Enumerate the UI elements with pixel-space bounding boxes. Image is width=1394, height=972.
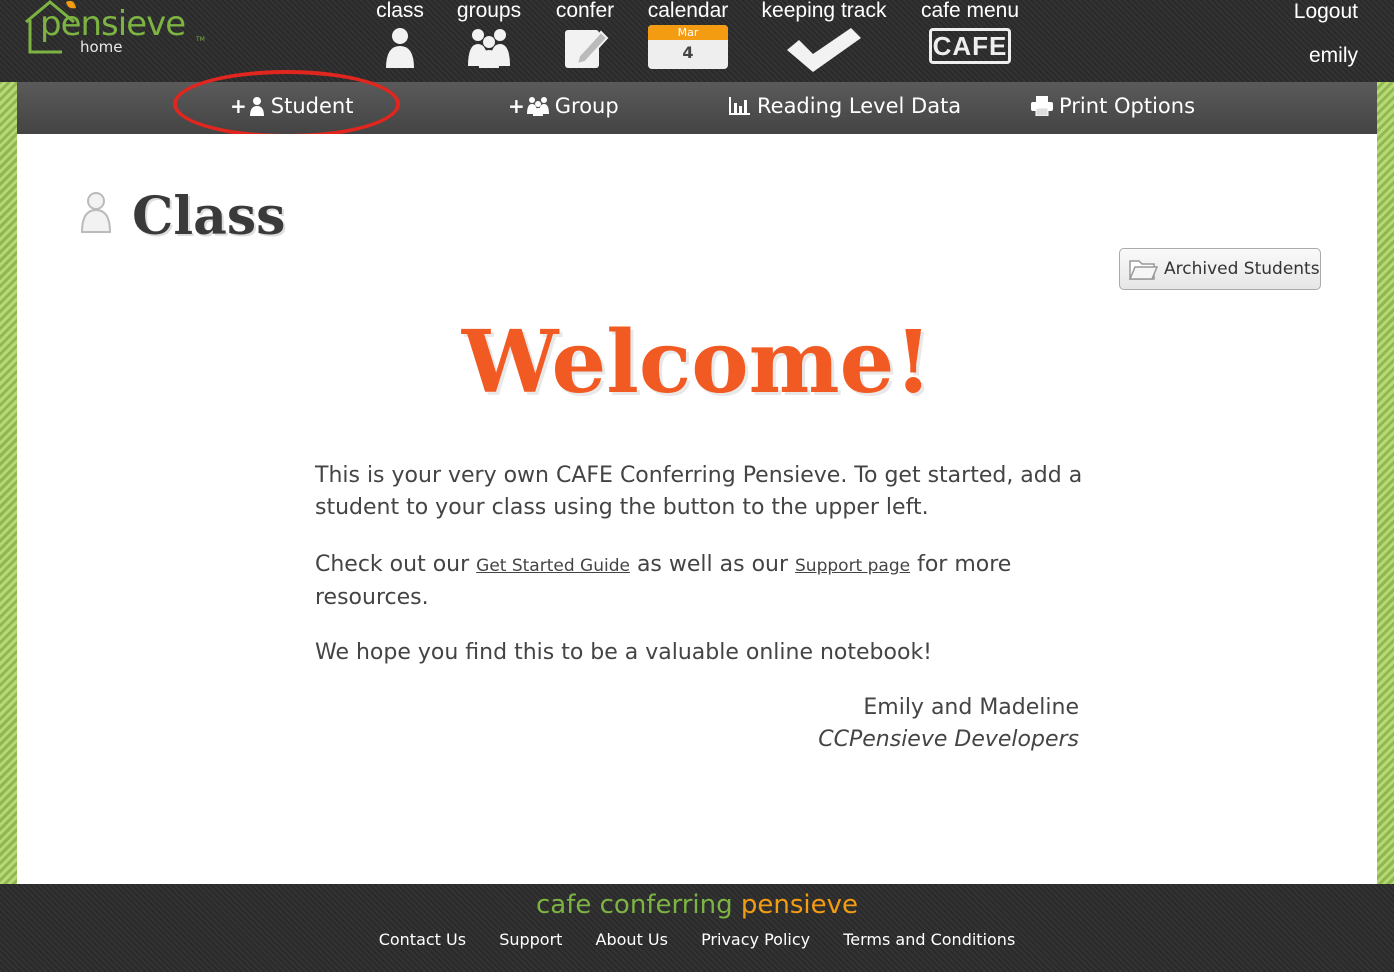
page-title: Class (132, 186, 286, 247)
top-navigation-bar: pensieve home TM class groups confer cal… (0, 0, 1394, 82)
group-icon (526, 97, 549, 116)
get-started-guide-link[interactable]: Get Started Guide (476, 556, 630, 576)
nav-cafe-menu-label: cafe menu (920, 0, 1020, 22)
resources-text-b: as well as our (629, 552, 796, 577)
footer-links: Contact Us Support About Us Privacy Poli… (0, 930, 1394, 949)
person-icon (386, 28, 414, 68)
footer-brand-pensieve: pensieve (740, 890, 858, 920)
checkmark-icon (787, 28, 861, 72)
nav-cafe-menu[interactable]: cafe menu CAFE (914, 0, 1026, 64)
nav-groups[interactable]: groups (452, 0, 526, 68)
calendar-day: 4 (682, 43, 694, 62)
footer-brand-text: cafe conferring (535, 890, 741, 920)
main-content: Class Archived Students Welcome! This is… (17, 134, 1377, 884)
logo-home-label: home (80, 38, 123, 56)
welcome-heading: Welcome! (461, 312, 933, 413)
nav-calendar[interactable]: calendar Mar 4 (644, 0, 732, 69)
resources-paragraph: Check out our Get Started Guide as well … (315, 549, 1085, 614)
privacy-policy-link[interactable]: Privacy Policy (701, 930, 810, 949)
resources-text-a: Check out our (315, 552, 477, 577)
nav-groups-label: groups (456, 0, 522, 22)
plus-prefix: + (508, 94, 525, 118)
red-highlight-circle (173, 70, 400, 138)
printer-icon (1031, 96, 1053, 116)
nav-calendar-label: calendar (647, 0, 729, 22)
reading-level-data-label: Reading Level Data (757, 94, 962, 118)
logo-trademark: TM (196, 36, 205, 43)
nav-keeping-track-label: keeping track (761, 0, 887, 22)
signature-title: CCPensieve Developers (818, 727, 1079, 752)
footer-brand-logo: cafe conferring pensieve (0, 890, 1394, 920)
support-link[interactable]: Support (499, 930, 562, 949)
group-icon (468, 29, 510, 68)
archived-students-label: Archived Students (1164, 259, 1320, 279)
nav-keeping-track[interactable]: keeping track (756, 0, 892, 72)
bar-chart-icon (729, 97, 750, 115)
footer: cafe conferring pensieve Contact Us Supp… (0, 884, 1394, 972)
intro-paragraph: This is your very own CAFE Conferring Pe… (315, 463, 1083, 520)
open-folder-icon (1128, 260, 1158, 280)
person-outline-icon (80, 192, 112, 233)
pensieve-home-logo[interactable]: pensieve home TM (22, 0, 212, 60)
signature-names: Emily and Madeline (863, 695, 1079, 720)
username-label[interactable]: emily (1309, 44, 1358, 68)
closing-paragraph: We hope you find this to be a valuable o… (315, 640, 932, 665)
calendar-month: Mar (648, 25, 728, 40)
add-group-label: Group (554, 94, 619, 118)
contact-us-link[interactable]: Contact Us (379, 930, 466, 949)
print-options-button[interactable]: Print Options (1031, 94, 1195, 118)
calendar-icon: Mar 4 (648, 25, 728, 69)
nav-confer-label: confer (555, 0, 615, 22)
nav-confer[interactable]: confer (550, 0, 620, 70)
add-group-button[interactable]: + Group (508, 94, 619, 118)
reading-level-data-button[interactable]: Reading Level Data (729, 94, 961, 118)
print-options-label: Print Options (1059, 94, 1196, 118)
nav-class[interactable]: class (370, 0, 430, 68)
logout-link[interactable]: Logout (1294, 0, 1358, 24)
cafe-icon: CAFE (929, 28, 1011, 64)
nav-class-label: class (376, 0, 424, 22)
archived-students-button[interactable]: Archived Students (1119, 248, 1321, 290)
support-page-link[interactable]: Support page (795, 556, 910, 576)
notepad-pencil-icon (565, 30, 609, 68)
terms-link[interactable]: Terms and Conditions (843, 930, 1015, 949)
about-us-link[interactable]: About Us (596, 930, 668, 949)
